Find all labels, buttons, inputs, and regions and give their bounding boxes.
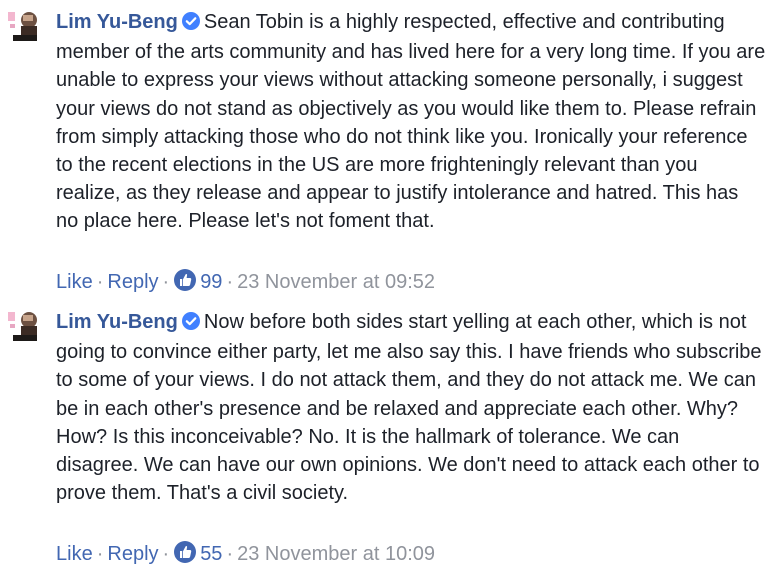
reply-link[interactable]: Reply xyxy=(107,543,158,565)
avatar[interactable] xyxy=(7,9,41,43)
comment-timestamp[interactable]: 23 November at 09:52 xyxy=(237,271,435,293)
verified-badge-icon xyxy=(181,310,200,338)
avatar[interactable] xyxy=(7,309,41,343)
separator: · xyxy=(226,543,234,565)
comment-text: Now before both sides start yelling at e… xyxy=(56,311,762,505)
reply-link[interactable]: Reply xyxy=(107,271,158,293)
thumbs-up-icon[interactable] xyxy=(173,268,197,298)
separator: · xyxy=(96,271,104,293)
comment-author[interactable]: Lim Yu-Beng xyxy=(56,311,178,333)
reaction-count[interactable]: 99 xyxy=(200,271,222,293)
thumbs-up-icon[interactable] xyxy=(173,540,197,570)
comment-actions: Like · Reply · 55 · 23 November at 10:09 xyxy=(56,540,435,570)
comment-author[interactable]: Lim Yu-Beng xyxy=(56,11,178,33)
separator: · xyxy=(162,543,170,565)
reaction-count[interactable]: 55 xyxy=(200,543,222,565)
comment-actions: Like · Reply · 99 · 23 November at 09:52 xyxy=(56,268,435,298)
verified-badge-icon xyxy=(181,10,200,38)
separator: · xyxy=(96,543,104,565)
comment-timestamp[interactable]: 23 November at 10:09 xyxy=(237,543,435,565)
separator: · xyxy=(226,271,234,293)
like-link[interactable]: Like xyxy=(56,543,93,565)
separator: · xyxy=(162,271,170,293)
comment-body: Lim Yu-Beng Now before both sides start y… xyxy=(56,308,766,507)
like-link[interactable]: Like xyxy=(56,271,93,293)
comment-body: Lim Yu-Beng Sean Tobin is a highly respec… xyxy=(56,8,766,236)
comment-text: Sean Tobin is a highly respected, effect… xyxy=(56,11,766,233)
